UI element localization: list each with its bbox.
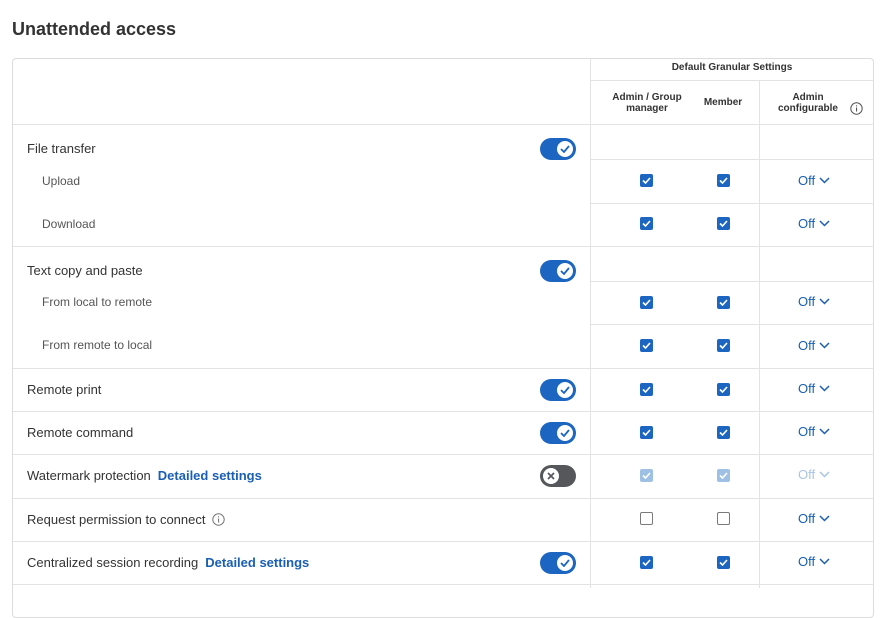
remote-to-local-member-checkbox[interactable] <box>717 339 730 352</box>
check-icon <box>557 425 573 441</box>
local-to-remote-admin-checkbox[interactable] <box>640 296 653 309</box>
row-label-remote-print: Remote print <box>27 382 102 397</box>
row-divider <box>13 584 874 585</box>
local-to-remote-member-checkbox[interactable] <box>717 296 730 309</box>
watermark-config-dropdown: Off <box>798 467 830 482</box>
upload-admin-checkbox[interactable] <box>640 174 653 187</box>
dropdown-value: Off <box>798 294 816 309</box>
watermark-detailed-settings-link[interactable]: Detailed settings <box>158 468 262 483</box>
request-permission-member-checkbox[interactable] <box>717 512 730 525</box>
remote-print-admin-checkbox[interactable] <box>640 383 653 396</box>
row-divider <box>591 324 874 325</box>
dropdown-value: Off <box>798 511 816 526</box>
row-divider <box>13 246 874 247</box>
check-icon <box>557 555 573 571</box>
session-recording-toggle[interactable] <box>540 552 576 574</box>
remote-print-toggle[interactable] <box>540 379 576 401</box>
row-divider <box>591 203 874 204</box>
remote-command-member-checkbox[interactable] <box>717 426 730 439</box>
row-divider <box>13 541 874 542</box>
dropdown-value: Off <box>798 467 816 482</box>
remote-command-admin-checkbox[interactable] <box>640 426 653 439</box>
remote-command-config-dropdown[interactable]: Off <box>798 424 830 439</box>
watermark-member-checkbox <box>717 469 730 482</box>
session-recording-label-text: Centralized session recording <box>27 555 199 570</box>
row-label-file-transfer: File transfer <box>27 141 96 156</box>
row-label-remote-command: Remote command <box>27 425 134 440</box>
session-recording-config-dropdown[interactable]: Off <box>798 554 830 569</box>
row-divider <box>591 80 874 81</box>
session-recording-member-checkbox[interactable] <box>717 556 730 569</box>
watermark-toggle[interactable] <box>540 465 576 487</box>
close-icon <box>543 468 559 484</box>
column-header-configurable: Admin configurable <box>777 92 838 114</box>
info-icon[interactable] <box>212 512 225 529</box>
upload-config-dropdown[interactable]: Off <box>798 173 830 188</box>
group-header: Default Granular Settings <box>671 62 793 73</box>
chevron-down-icon <box>819 385 830 392</box>
dropdown-value: Off <box>798 173 816 188</box>
row-divider <box>13 498 874 499</box>
check-icon <box>557 382 573 398</box>
dropdown-value: Off <box>798 424 816 439</box>
row-divider <box>13 368 874 369</box>
row-label-request-permission: Request permission to connect <box>27 512 225 529</box>
check-icon <box>557 263 573 279</box>
column-header-admin: Admin / Group manager <box>612 92 682 114</box>
chevron-down-icon <box>819 220 830 227</box>
download-admin-checkbox[interactable] <box>640 217 653 230</box>
dropdown-value: Off <box>798 216 816 231</box>
row-divider <box>13 454 874 455</box>
session-recording-detailed-settings-link[interactable]: Detailed settings <box>205 555 309 570</box>
remote-print-config-dropdown[interactable]: Off <box>798 381 830 396</box>
info-icon[interactable] <box>850 102 863 120</box>
column-header-member: Member <box>703 97 743 108</box>
dropdown-value: Off <box>798 338 816 353</box>
chevron-down-icon <box>819 177 830 184</box>
upload-member-checkbox[interactable] <box>717 174 730 187</box>
chevron-down-icon <box>819 342 830 349</box>
page-title: Unattended access <box>12 19 177 39</box>
chevron-down-icon <box>819 298 830 305</box>
request-permission-config-dropdown[interactable]: Off <box>798 511 830 526</box>
row-label-text-copy: Text copy and paste <box>27 263 143 278</box>
request-permission-label-text: Request permission to connect <box>27 512 206 527</box>
remote-to-local-admin-checkbox[interactable] <box>640 339 653 352</box>
row-divider <box>591 281 874 282</box>
row-divider <box>13 411 874 412</box>
chevron-down-icon <box>819 428 830 435</box>
download-config-dropdown[interactable]: Off <box>798 216 830 231</box>
row-label-upload: Upload <box>42 174 81 188</box>
request-permission-admin-checkbox[interactable] <box>640 512 653 525</box>
text-copy-toggle[interactable] <box>540 260 576 282</box>
column-divider <box>759 81 760 588</box>
dropdown-value: Off <box>798 381 816 396</box>
chevron-down-icon <box>819 558 830 565</box>
file-transfer-toggle[interactable] <box>540 138 576 160</box>
row-label-local-to-remote: From local to remote <box>42 295 153 309</box>
row-label-watermark: Watermark protection Detailed settings <box>27 468 262 483</box>
row-label-download: Download <box>42 217 96 231</box>
dropdown-value: Off <box>798 554 816 569</box>
row-label-session-recording: Centralized session recording Detailed se… <box>27 555 309 570</box>
remote-to-local-config-dropdown[interactable]: Off <box>798 338 830 353</box>
remote-command-toggle[interactable] <box>540 422 576 444</box>
chevron-down-icon <box>819 471 830 478</box>
chevron-down-icon <box>819 515 830 522</box>
row-divider <box>13 124 874 125</box>
session-recording-admin-checkbox[interactable] <box>640 556 653 569</box>
download-member-checkbox[interactable] <box>717 217 730 230</box>
row-divider <box>591 159 874 160</box>
remote-print-member-checkbox[interactable] <box>717 383 730 396</box>
watermark-admin-checkbox <box>640 469 653 482</box>
watermark-label-text: Watermark protection <box>27 468 151 483</box>
local-to-remote-config-dropdown[interactable]: Off <box>798 294 830 309</box>
check-icon <box>557 141 573 157</box>
row-label-remote-to-local: From remote to local <box>42 338 153 352</box>
